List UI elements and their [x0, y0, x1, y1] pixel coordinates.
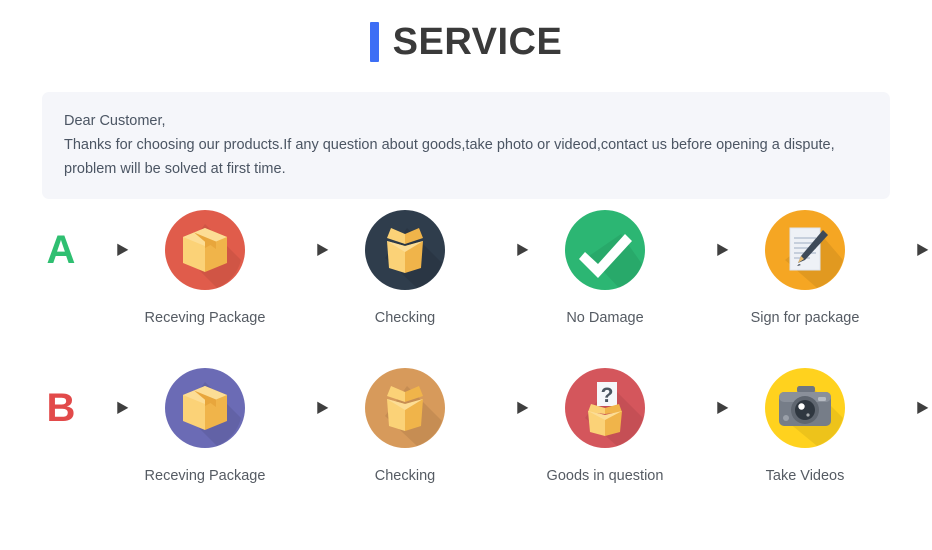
flow-badge-a: A [46, 228, 76, 272]
camera-icon [763, 366, 847, 450]
customer-notice-box: Dear Customer, Thanks for choosing our p… [42, 92, 890, 199]
title-accent-bar [369, 22, 379, 62]
right-arrow-icon [878, 366, 932, 450]
right-arrow-icon [78, 208, 132, 292]
flow-step: Take Videos [732, 366, 878, 487]
flow-step-label: Goods in question [546, 468, 664, 484]
document-pen-icon [763, 208, 847, 292]
right-arrow-icon [78, 366, 132, 450]
right-arrow-icon [278, 208, 332, 292]
flow-row-a: A Receving Package Checking No Damage Si… [0, 208, 932, 329]
flow-step: No Damage [532, 208, 678, 329]
flow-step-label: Take Videos [765, 468, 845, 484]
notice-line-2: Thanks for choosing our products.If any … [64, 137, 835, 153]
service-info-page: SERVICE Dear Customer, Thanks for choosi… [0, 0, 932, 550]
flow-row-b: B Receving Package Checking ? Goods in q… [0, 366, 932, 508]
page-title-text: SERVICE [392, 21, 563, 63]
flow-step: Checking [332, 208, 478, 329]
page-title: SERVICE [0, 0, 932, 62]
package-box-icon [163, 366, 247, 450]
flow-step: Sign for package [732, 208, 878, 329]
flow-step-label: Receving Package [144, 468, 266, 484]
flow-step-label: Sign for package [750, 310, 860, 326]
right-arrow-icon [678, 366, 732, 450]
flow-step: Receving Package [132, 366, 278, 487]
right-arrow-icon [478, 366, 532, 450]
open-box-icon [363, 208, 447, 292]
flow-step: Checking [332, 366, 478, 487]
question-box-icon: ? [563, 366, 647, 450]
right-arrow-icon [278, 366, 332, 450]
open-box-icon [363, 366, 447, 450]
right-arrow-icon [478, 208, 532, 292]
flow-step-label: Receving Package [144, 310, 266, 326]
flow-step: Receving Package [132, 208, 278, 329]
notice-line-3: problem will be solved at first time. [64, 161, 286, 177]
flow-step-label: Checking [374, 468, 436, 484]
svg-text:?: ? [601, 384, 614, 407]
checkmark-icon [563, 208, 647, 292]
package-box-icon [163, 208, 247, 292]
right-arrow-icon [878, 208, 932, 292]
flow-step: ? Goods in question [532, 366, 678, 487]
flow-badge-b: B [46, 386, 76, 430]
flow-step-label: Checking [374, 310, 436, 326]
flow-step-label: No Damage [566, 310, 644, 326]
notice-line-1: Dear Customer, [64, 113, 166, 129]
right-arrow-icon [678, 208, 732, 292]
